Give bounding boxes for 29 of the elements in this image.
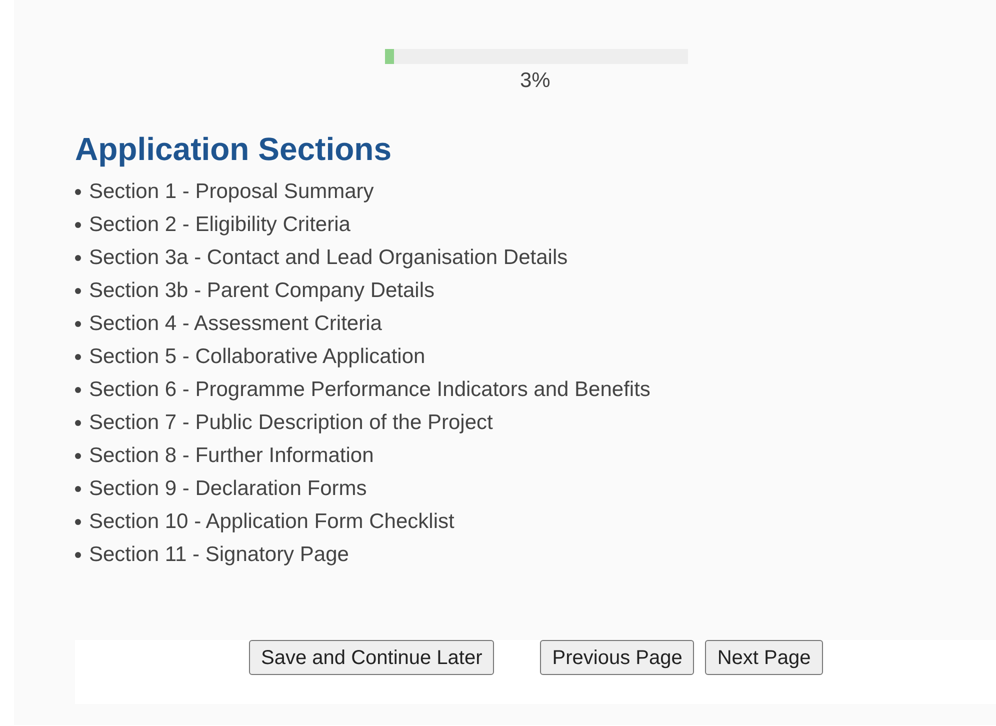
bullet-icon: [75, 188, 81, 194]
bullet-icon: [75, 420, 81, 426]
next-button[interactable]: Next Page: [705, 640, 823, 675]
section-link[interactable]: Section 3a - Contact and Lead Organisation Details: [89, 242, 568, 274]
page-heading: Application Sections: [75, 130, 392, 168]
section-link[interactable]: Section 2 - Eligibility Criteria: [89, 208, 350, 240]
bullet-icon: [75, 386, 81, 392]
section-link[interactable]: Section 10 - Application Form Checklist: [89, 506, 454, 538]
previous-button[interactable]: Previous Page: [540, 640, 694, 675]
bullet-icon: [75, 222, 81, 228]
bullet-icon: [75, 320, 81, 326]
section-link[interactable]: Section 5 - Collaborative Application: [89, 340, 426, 372]
section-link[interactable]: Section 4 - Assessment Criteria: [89, 308, 382, 340]
section-link[interactable]: Section 7 - Public Description of the Project: [89, 406, 493, 438]
bullet-icon: [75, 354, 81, 360]
bullet-icon: [75, 486, 81, 492]
section-link[interactable]: Section 11 - Signatory Page: [89, 538, 349, 570]
section-link[interactable]: Section 3b - Parent Company Details: [89, 274, 435, 306]
bullet-icon: [75, 552, 81, 558]
section-link[interactable]: Section 8 - Further Information: [89, 440, 374, 472]
progress-percent: 3%: [520, 68, 550, 94]
bullet-icon: [75, 288, 81, 294]
save-button[interactable]: Save and Continue Later: [249, 640, 494, 675]
section-link[interactable]: Section 1 - Proposal Summary: [89, 176, 374, 208]
bullet-icon: [75, 452, 81, 458]
bullet-icon: [75, 518, 81, 524]
section-link[interactable]: Section 6 - Programme Performance Indicators and Benefits: [89, 374, 650, 406]
section-link[interactable]: Section 9 - Declaration Forms: [89, 472, 367, 504]
bullet-icon: [75, 254, 81, 260]
